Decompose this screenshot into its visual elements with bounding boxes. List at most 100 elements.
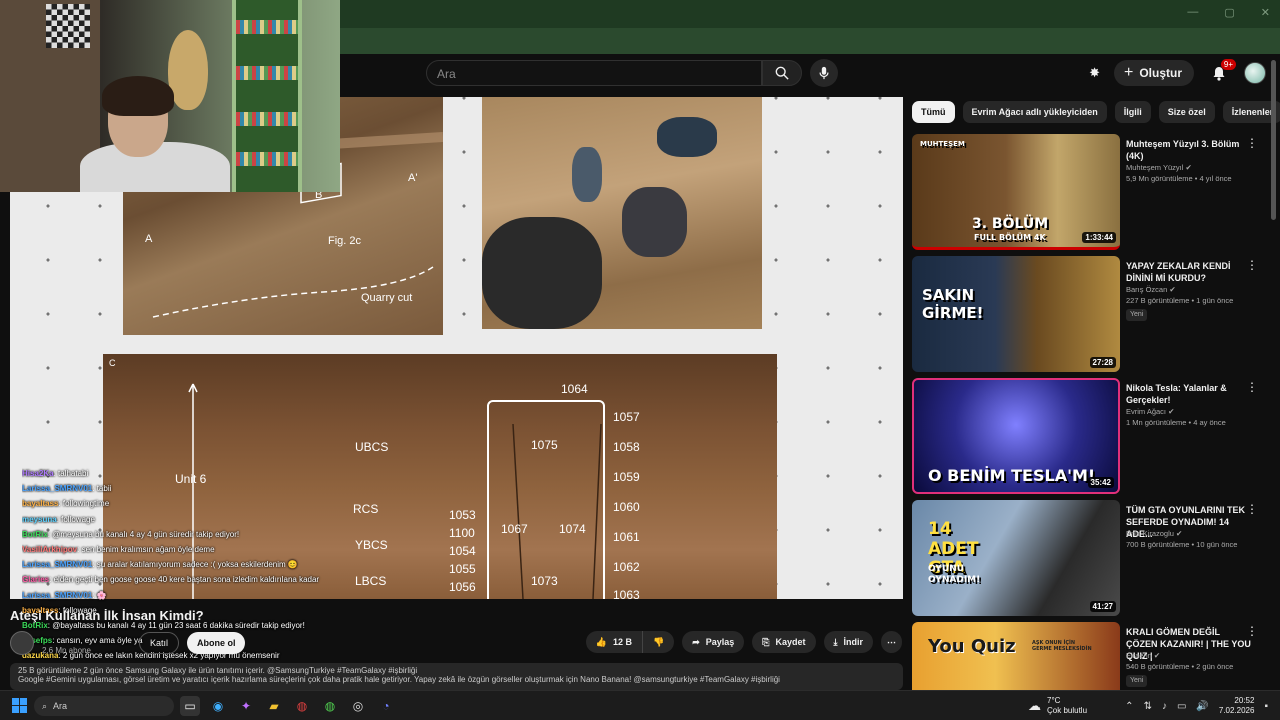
more-vertical-icon[interactable]: ⋮	[1246, 380, 1258, 394]
chat-message: BotRix: @meysuna bu kanalı 4 ay 4 gün sü…	[22, 527, 322, 542]
video-duration: 1:33:44	[1082, 232, 1116, 243]
archaeologist-figure	[482, 217, 602, 329]
taskbar-apps: ▭ ◉ ✦ ▰ ◍ ◍ ◎ ◔	[180, 696, 396, 716]
layer-number: 1053	[449, 508, 476, 522]
account-avatar[interactable]	[1244, 62, 1266, 84]
chat-username[interactable]: BotRix	[22, 530, 48, 539]
more-vertical-icon[interactable]: ⋮	[1246, 136, 1258, 150]
chat-message: Glaries: elden geçti ben goose goose 40 …	[22, 572, 322, 587]
thumbs-up-icon: 👍	[595, 636, 607, 647]
chip-from-uploader[interactable]: Evrim Ağacı adlı yükleyiciden	[962, 101, 1107, 123]
layer-number: 1057	[613, 410, 640, 424]
task-view-icon[interactable]: ▭	[180, 696, 200, 716]
description-box[interactable]: 25 B görüntüleme 2 gün önce Samsung Gala…	[10, 663, 903, 690]
dislike-button[interactable]: 👎	[643, 631, 675, 653]
chat-username[interactable]: meysuna	[22, 515, 57, 524]
channel-avatar[interactable]	[10, 631, 34, 655]
like-count: 12 B	[612, 637, 632, 647]
windows-start-icon[interactable]	[12, 698, 27, 718]
close-window-button[interactable]: ✕	[1261, 6, 1270, 19]
recommendation-title[interactable]: Nikola Tesla: Yalanlar & Gerçekler!	[1126, 382, 1251, 406]
page-scrollbar[interactable]	[1271, 60, 1276, 220]
recommendation-item[interactable]: 14 ADET GTA OYUNU OYNADIM! 41:27 TÜM GTA…	[912, 500, 1262, 616]
create-button[interactable]: + Oluştur	[1113, 60, 1194, 86]
chat-username[interactable]: Glaries	[22, 575, 49, 584]
recommendation-title[interactable]: YAPAY ZEKALAR KENDİ DİNİNİ Mİ KURDU?	[1126, 260, 1251, 284]
taskbar-search[interactable]: ⌕ Ara	[34, 696, 174, 716]
download-button[interactable]: ⤓ İndir	[823, 631, 873, 653]
thumb-top-text: MUHTEŞEM	[920, 140, 965, 148]
chat-username[interactable]: VasiliArkhipov	[22, 545, 77, 554]
recommendation-channel[interactable]: Enis Kirazoglu ✔	[1126, 528, 1256, 539]
obs-icon[interactable]: ◎	[348, 696, 368, 716]
recommendation-channel[interactable]: Elraenn ✔	[1126, 650, 1256, 661]
notification-count-badge: 9+	[1220, 59, 1236, 70]
join-button[interactable]: Katıl	[138, 632, 179, 654]
like-button[interactable]: 👍 12 B	[585, 631, 643, 653]
recommendation-thumbnail[interactable]: You Quiz AŞK ONUN İÇİN GERME MESLEKSİDİN	[912, 622, 1120, 690]
video-duration: 35:42	[1087, 477, 1114, 488]
file-explorer-icon[interactable]: ▰	[264, 696, 284, 716]
new-badge: Yeni	[1126, 674, 1148, 687]
edge-icon[interactable]: ◉	[208, 696, 228, 716]
thumb-text: SAKIN GİRME!	[922, 286, 984, 322]
chip-related[interactable]: İlgili	[1114, 101, 1151, 123]
photo-label-quarry: Quarry cut	[361, 292, 413, 304]
thumb-subtext: FULL BÖLÜM 4K	[974, 233, 1046, 242]
subscribe-button[interactable]: Abone ol	[186, 632, 246, 654]
recommendation-item[interactable]: O BENİM TESLA'M! 35:42 Nikola Tesla: Yal…	[912, 378, 1262, 494]
recommendation-thumbnail[interactable]: 14 ADET GTA OYUNU OYNADIM! 41:27	[912, 500, 1120, 616]
recommendation-channel[interactable]: Evrim Ağacı ✔	[1126, 406, 1256, 417]
chat-username[interactable]: Larissa_SMRNV01	[22, 484, 92, 493]
recommendation-item[interactable]: You Quiz AŞK ONUN İÇİN GERME MESLEKSİDİN…	[912, 622, 1262, 690]
chrome-profile-icon[interactable]: ◍	[320, 696, 340, 716]
notification-center-icon[interactable]: ▪	[1264, 701, 1268, 712]
maximize-button[interactable]: ▢	[1224, 6, 1234, 19]
copilot-icon[interactable]: ✦	[236, 696, 256, 716]
go-live-icon[interactable]: ✸	[1089, 65, 1100, 81]
more-actions-button[interactable]: ⋯	[881, 631, 902, 653]
recommendation-thumbnail[interactable]: O BENİM TESLA'M! 35:42	[912, 378, 1120, 494]
chat-username[interactable]: Larissa_SMRNV01	[22, 560, 92, 569]
recommendation-item[interactable]: SAKIN GİRME! 27:28 YAPAY ZEKALAR KENDİ D…	[912, 256, 1262, 372]
recommendation-channel[interactable]: Muhteşem Yüzyıl ✔	[1126, 162, 1256, 173]
weather-widget[interactable]: ☁ 7°C Çok bulutlu	[1028, 696, 1087, 716]
recommendation-meta: Evrim Ağacı ✔ 1 Mn görüntüleme • 4 ay ön…	[1126, 406, 1256, 429]
clock[interactable]: 20:52 7.02.2026	[1219, 696, 1255, 717]
recommendation-title[interactable]: Muhteşem Yüzyıl 3. Bölüm (4K)	[1126, 138, 1251, 162]
recommendation-meta: Enis Kirazoglu ✔ 700 B görüntüleme • 10 …	[1126, 528, 1256, 551]
more-vertical-icon[interactable]: ⋮	[1246, 502, 1258, 516]
search-button[interactable]	[762, 60, 802, 86]
recommendation-thumbnail[interactable]: SAKIN GİRME! 27:28	[912, 256, 1120, 372]
share-button[interactable]: ➦ Paylaş	[682, 631, 745, 653]
more-vertical-icon[interactable]: ⋮	[1246, 258, 1258, 272]
display-icon[interactable]: ▭	[1177, 701, 1186, 712]
chrome-icon[interactable]: ◍	[292, 696, 312, 716]
voice-search-button[interactable]	[810, 59, 838, 87]
save-button[interactable]: ⎘ Kaydet	[752, 631, 816, 653]
search-input[interactable]	[427, 61, 761, 87]
recommendation-stats: 227 B görüntüleme • 1 gün önce	[1126, 296, 1234, 306]
recommendation-item[interactable]: MUHTEŞEM 3. BÖLÜM FULL BÖLÜM 4K 1:33:44 …	[912, 134, 1262, 250]
chevron-up-icon[interactable]: ⌃	[1125, 701, 1133, 712]
more-vertical-icon[interactable]: ⋮	[1246, 624, 1258, 638]
volume-icon[interactable]: 🔊	[1196, 701, 1208, 712]
minimize-button[interactable]: —	[1187, 6, 1198, 19]
microphone-icon[interactable]: ♪	[1162, 701, 1167, 712]
chat-text: : sen benim kralımsın ağam öyle deme	[77, 544, 215, 554]
recommendation-thumbnail[interactable]: MUHTEŞEM 3. BÖLÜM FULL BÖLÜM 4K 1:33:44	[912, 134, 1120, 250]
chat-username[interactable]: Larissa_SMRNV01	[22, 591, 92, 600]
chip-for-you[interactable]: Size özel	[1158, 101, 1215, 123]
chat-username[interactable]: bayaltass	[22, 499, 58, 508]
notifications-button[interactable]: 9+	[1208, 59, 1236, 84]
chat-username[interactable]: Hisa2Ka	[22, 469, 54, 478]
discord-icon[interactable]: ◔	[376, 696, 396, 716]
share-icon: ➦	[692, 636, 700, 647]
network-icon[interactable]: ⇅	[1144, 701, 1152, 712]
layer-label: UBCS	[355, 440, 389, 454]
new-badge: Yeni	[1126, 308, 1148, 321]
chip-all[interactable]: Tümü	[912, 101, 955, 123]
description-line: 25 B görüntüleme 2 gün önce Samsung Gala…	[18, 666, 418, 675]
thumb-subtext: OYUNU OYNADIM!	[928, 564, 981, 585]
recommendation-channel[interactable]: Barış Özcan ✔	[1126, 284, 1256, 295]
